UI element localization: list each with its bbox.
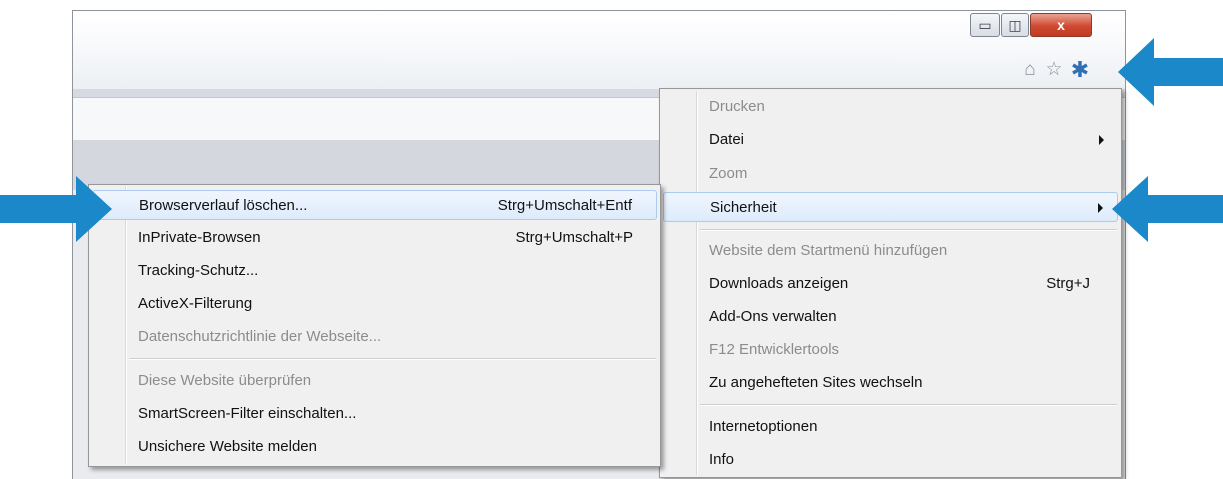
favorites-star-icon[interactable]: ☆ — [1043, 59, 1065, 81]
menu-item-label: Zu angehefteten Sites wechseln — [709, 374, 923, 391]
menu-item-addons[interactable]: Add-Ons verwalten — [663, 302, 1118, 332]
tools-menu: Drucken Datei Zoom Sicherheit Website de… — [659, 88, 1122, 478]
menu-item-startmenu-hinzufuegen: Website dem Startmenü hinzufügen — [663, 236, 1118, 266]
menu-item-label: Downloads anzeigen — [709, 275, 849, 292]
menu-item-info[interactable]: Info — [663, 445, 1118, 475]
menu-separator — [700, 404, 1117, 406]
menu-item-label: Info — [709, 451, 735, 468]
security-submenu: Browserverlauf löschen... Strg+Umschalt+E… — [88, 184, 661, 467]
menu-item-label: SmartScreen-Filter einschalten... — [138, 405, 357, 422]
submenu-arrow-icon — [1098, 203, 1103, 213]
menu-item-label: Diese Website überprüfen — [138, 372, 312, 389]
maximize-icon: ◫ — [1008, 17, 1022, 33]
menu-item-shortcut: Strg+Umschalt+Entf — [497, 197, 632, 214]
menu-item-shortcut: Strg+Umschalt+P — [515, 229, 633, 246]
menu-item-label: Internetoptionen — [709, 418, 818, 435]
menu-item-label: Unsichere Website melden — [138, 438, 317, 455]
menu-item-activex-filterung[interactable]: ActiveX-Filterung — [92, 289, 657, 319]
menu-item-zoom: Zoom — [663, 159, 1118, 189]
menu-item-inprivate[interactable]: InPrivate-Browsen Strg+Umschalt+P — [92, 223, 657, 253]
menu-separator — [700, 229, 1117, 231]
menu-item-label: Datenschutzrichtlinie der Webseite... — [138, 328, 382, 345]
menu-item-label: InPrivate-Browsen — [138, 229, 261, 246]
callout-arrow-security-icon — [1112, 176, 1223, 242]
menu-separator — [129, 358, 656, 360]
menu-item-shortcut: Strg+J — [1046, 275, 1090, 292]
close-button[interactable]: x — [1030, 13, 1092, 37]
menu-item-label: Sicherheit — [710, 199, 777, 216]
menu-item-f12-tools: F12 Entwicklertools — [663, 335, 1118, 365]
menu-item-label: Drucken — [709, 98, 765, 115]
title-bar: ▭ ◫ x ⌂ ☆ ✱ — [73, 11, 1125, 89]
callout-arrow-clear-history-icon — [0, 176, 112, 242]
menu-item-datenschutzrichtlinie: Datenschutzrichtlinie der Webseite... — [92, 322, 657, 352]
maximize-button[interactable]: ◫ — [1001, 13, 1029, 37]
menu-item-label: Datei — [709, 131, 745, 148]
minimize-icon: ▭ — [978, 17, 992, 33]
menu-item-downloads[interactable]: Downloads anzeigen Strg+J — [663, 269, 1118, 299]
menu-item-datei[interactable]: Datei — [663, 125, 1118, 155]
menu-item-pinned-sites[interactable]: Zu angehefteten Sites wechseln — [663, 368, 1118, 398]
menu-item-browserverlauf-loeschen[interactable]: Browserverlauf löschen... Strg+Umschalt+E… — [92, 190, 657, 220]
callout-arrow-gear-icon — [1118, 38, 1223, 106]
minimize-button[interactable]: ▭ — [970, 13, 1000, 37]
menu-item-smartscreen[interactable]: SmartScreen-Filter einschalten... — [92, 399, 657, 429]
menu-item-unsichere-website[interactable]: Unsichere Website melden — [92, 432, 657, 462]
menu-item-label: Zoom — [709, 165, 748, 182]
menu-item-label: Tracking-Schutz... — [138, 262, 259, 279]
home-icon[interactable]: ⌂ — [1019, 59, 1041, 81]
menu-item-website-ueberpruefen: Diese Website überprüfen — [92, 366, 657, 396]
menu-item-drucken: Drucken — [663, 92, 1118, 122]
menu-item-label: Website dem Startmenü hinzufügen — [709, 242, 948, 259]
close-icon: x — [1057, 17, 1065, 33]
menu-item-tracking-schutz[interactable]: Tracking-Schutz... — [92, 256, 657, 286]
menu-item-label: Add-Ons verwalten — [709, 308, 837, 325]
menu-item-label: Browserverlauf löschen... — [139, 197, 308, 214]
menu-item-label: F12 Entwicklertools — [709, 341, 840, 358]
menu-item-internetoptionen[interactable]: Internetoptionen — [663, 412, 1118, 442]
menu-item-label: ActiveX-Filterung — [138, 295, 253, 312]
submenu-arrow-icon — [1099, 135, 1104, 145]
menu-item-sicherheit[interactable]: Sicherheit — [663, 192, 1118, 222]
gear-icon[interactable]: ✱ — [1069, 59, 1091, 81]
